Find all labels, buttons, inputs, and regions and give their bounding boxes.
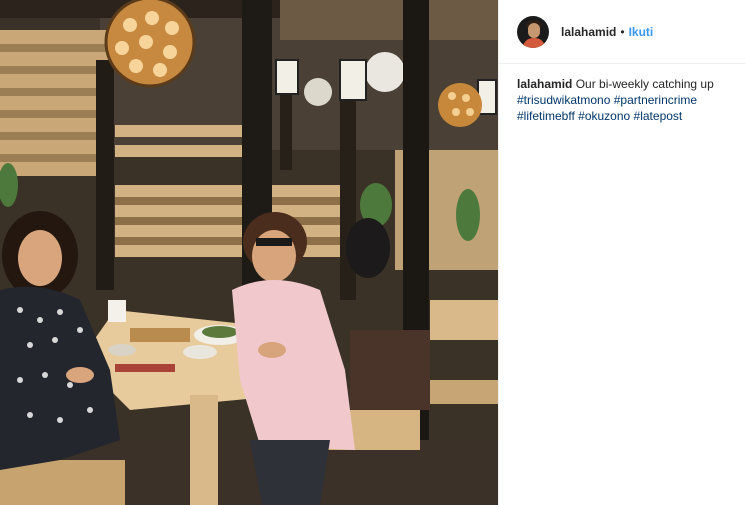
- caption-text: Our bi-weekly catching up: [575, 77, 714, 91]
- separator-dot: •: [620, 24, 625, 39]
- username-link[interactable]: lalahamid: [561, 25, 616, 39]
- restaurant-scene: [0, 0, 498, 505]
- post-sidebar: lalahamid • Ikuti lalahamid Our bi-weekl…: [498, 0, 745, 505]
- hashtag-link[interactable]: #partnerincrime: [614, 93, 697, 107]
- caption: lalahamid Our bi-weekly catching up #tri…: [499, 64, 745, 124]
- hashtag-link[interactable]: #latepost: [634, 109, 683, 123]
- post-photo[interactable]: [0, 0, 498, 505]
- post-header: lalahamid • Ikuti: [499, 0, 745, 64]
- hashtag-link[interactable]: #okuzono: [578, 109, 630, 123]
- hashtag-link[interactable]: #trisudwikatmono: [517, 93, 610, 107]
- avatar[interactable]: [517, 15, 549, 48]
- hashtag-link[interactable]: #lifetimebff: [517, 109, 575, 123]
- follow-button[interactable]: Ikuti: [629, 25, 654, 39]
- caption-username[interactable]: lalahamid: [517, 77, 572, 91]
